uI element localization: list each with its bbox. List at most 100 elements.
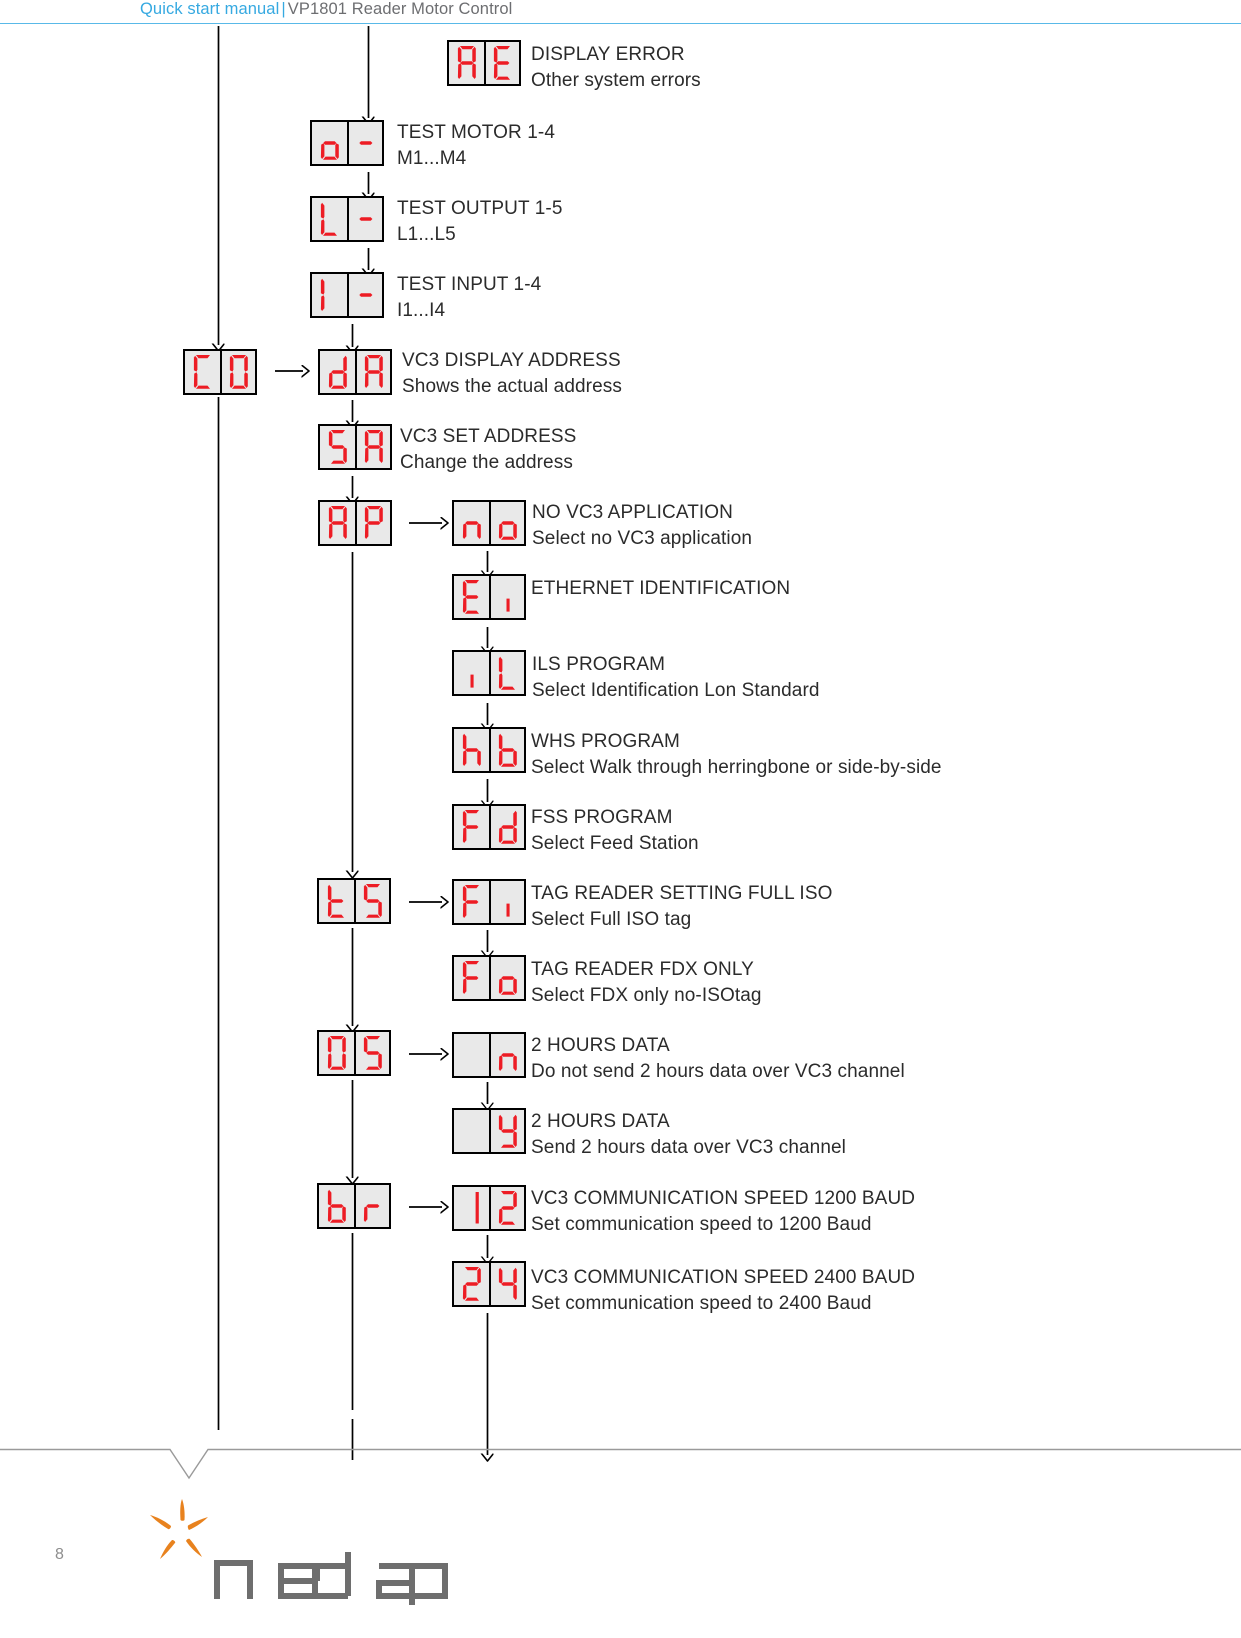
seven-segment-digit-icon xyxy=(454,957,489,999)
page-number: 8 xyxy=(55,1546,64,1563)
seven-segment-digit-icon xyxy=(355,351,390,393)
seven-segment-digit-icon xyxy=(489,1187,524,1229)
node-subtitle: Send 2 hours data over VC3 channel xyxy=(531,1136,846,1158)
seven-segment-digit-icon xyxy=(185,351,220,393)
node-title: VC3 SET ADDRESS xyxy=(400,426,577,447)
seven-segment-digit-icon xyxy=(320,426,355,468)
seven-segment-digit-icon xyxy=(312,122,347,164)
node-label-no: NO VC3 APPLICATION Select no VC3 applicat… xyxy=(532,500,752,551)
node-subtitle: M1...M4 xyxy=(397,147,467,169)
node-subtitle: L1...L5 xyxy=(397,223,456,245)
display-box-ei xyxy=(452,574,526,620)
display-box-da xyxy=(318,349,392,395)
node-subtitle: Select Full ISO tag xyxy=(531,908,692,930)
header-title: Quick start manual | VP1801 Reader Motor C… xyxy=(140,0,512,19)
seven-segment-digit-icon xyxy=(489,806,524,848)
header-title-separator: | xyxy=(281,0,286,18)
node-subtitle: Select no VC3 application xyxy=(532,527,753,549)
node-title: NO VC3 APPLICATION xyxy=(532,502,734,523)
seven-segment-digit-icon xyxy=(489,1263,524,1305)
seven-segment-digit-icon xyxy=(454,502,489,544)
seven-segment-digit-icon xyxy=(454,576,489,618)
seven-segment-digit-icon xyxy=(454,1263,489,1305)
manual-page: Quick start manual | VP1801 Reader Motor C… xyxy=(0,0,1241,1638)
display-box-i- xyxy=(310,272,384,318)
seven-segment-digit-icon xyxy=(220,351,255,393)
node-label-fd: FSS PROGRAM Select Feed Station xyxy=(531,805,699,856)
node-label-il: ILS PROGRAM Select Identification Lon Sta… xyxy=(532,652,820,703)
seven-segment-digit-icon xyxy=(312,274,347,316)
node-label-fo: TAG READER FDX ONLY Select FDX only no-IS… xyxy=(531,957,762,1008)
header-title-primary: Quick start manual xyxy=(140,0,280,18)
seven-segment-digit-icon xyxy=(454,1187,489,1229)
node-title: 2 HOURS DATA xyxy=(531,1111,670,1132)
node-title: VC3 DISPLAY ADDRESS xyxy=(402,350,621,371)
node-subtitle: Set communication speed to 2400 Baud xyxy=(531,1292,872,1314)
seven-segment-digit-icon xyxy=(454,881,489,923)
node-title: TAG READER SETTING FULL ISO xyxy=(531,883,833,904)
node-subtitle: Change the address xyxy=(400,451,573,473)
display-box-il xyxy=(452,650,526,696)
display-box-ts xyxy=(317,878,391,924)
node-title: DISPLAY ERROR xyxy=(531,44,685,65)
node-label-fi: TAG READER SETTING FULL ISO Select Full I… xyxy=(531,881,832,932)
display-box-12 xyxy=(452,1185,526,1231)
display-box-fi xyxy=(452,879,526,925)
logo-star-icon xyxy=(150,1499,208,1559)
display-box-fo xyxy=(452,955,526,1001)
seven-segment-digit-icon xyxy=(449,42,484,84)
display-box-br xyxy=(317,1183,391,1229)
seven-segment-digit-icon xyxy=(454,806,489,848)
display-box-no xyxy=(452,500,526,546)
seven-segment-digit-icon xyxy=(312,198,347,240)
node-subtitle: I1...I4 xyxy=(397,299,446,321)
seven-segment-digit-icon xyxy=(489,957,524,999)
node-label-blank-n: 2 HOURS DATA Do not send 2 hours data ove… xyxy=(531,1033,905,1084)
seven-segment-digit-icon xyxy=(347,122,382,164)
seven-segment-digit-icon xyxy=(489,502,524,544)
node-title: ILS PROGRAM xyxy=(532,654,666,675)
seven-segment-digit-icon xyxy=(354,880,389,922)
node-label-l-: TEST OUTPUT 1-5 L1...L5 xyxy=(397,196,563,247)
seven-segment-digit-icon xyxy=(320,502,355,544)
node-title: TEST OUTPUT 1-5 xyxy=(397,198,563,219)
display-box-l- xyxy=(310,196,384,242)
node-label-hb: WHS PROGRAM Select Walk through herringbo… xyxy=(531,729,942,780)
seven-segment-digit-icon xyxy=(489,881,524,923)
seven-segment-digit-icon xyxy=(355,426,390,468)
logo-wordmark xyxy=(214,1552,448,1605)
display-box-24 xyxy=(452,1261,526,1307)
display-box-os xyxy=(317,1030,391,1076)
seven-segment-digit-icon xyxy=(319,880,354,922)
seven-segment-digit-icon xyxy=(454,1110,489,1152)
display-box-o- xyxy=(310,120,384,166)
node-title: FSS PROGRAM xyxy=(531,807,673,828)
node-label-24: VC3 COMMUNICATION SPEED 2400 BAUD Set com… xyxy=(531,1265,915,1316)
node-subtitle: Select Walk through herringbone or side-… xyxy=(531,756,942,778)
seven-segment-digit-icon xyxy=(347,198,382,240)
node-subtitle: Set communication speed to 1200 Baud xyxy=(531,1213,872,1235)
header-divider xyxy=(0,23,1241,24)
display-box-blank-y xyxy=(452,1108,526,1154)
seven-segment-digit-icon xyxy=(454,729,489,771)
display-box-ae xyxy=(447,40,521,86)
display-box-blank-n xyxy=(452,1032,526,1078)
node-label-i-: TEST INPUT 1-4 I1...I4 xyxy=(397,272,541,323)
node-label-ae: DISPLAY ERROR Other system errors xyxy=(531,42,701,93)
nedap-logo xyxy=(150,1499,448,1605)
seven-segment-digit-icon xyxy=(347,274,382,316)
node-label-12: VC3 COMMUNICATION SPEED 1200 BAUD Set com… xyxy=(531,1186,915,1237)
node-label-sa: VC3 SET ADDRESS Change the address xyxy=(400,424,576,475)
node-subtitle: Do not send 2 hours data over VC3 channe… xyxy=(531,1060,905,1082)
node-label-ei: ETHERNET IDENTIFICATION xyxy=(531,576,790,602)
header-title-secondary: VP1801 Reader Motor Control xyxy=(287,0,513,18)
seven-segment-digit-icon xyxy=(454,652,489,694)
display-box-sa xyxy=(318,424,392,470)
seven-segment-digit-icon xyxy=(319,1185,354,1227)
seven-segment-digit-icon xyxy=(489,576,524,618)
node-label-blank-y: 2 HOURS DATA Send 2 hours data over VC3 c… xyxy=(531,1109,846,1160)
node-subtitle: Select Feed Station xyxy=(531,832,699,854)
seven-segment-digit-icon xyxy=(320,351,355,393)
node-title: TAG READER FDX ONLY xyxy=(531,959,754,980)
seven-segment-digit-icon xyxy=(489,729,524,771)
